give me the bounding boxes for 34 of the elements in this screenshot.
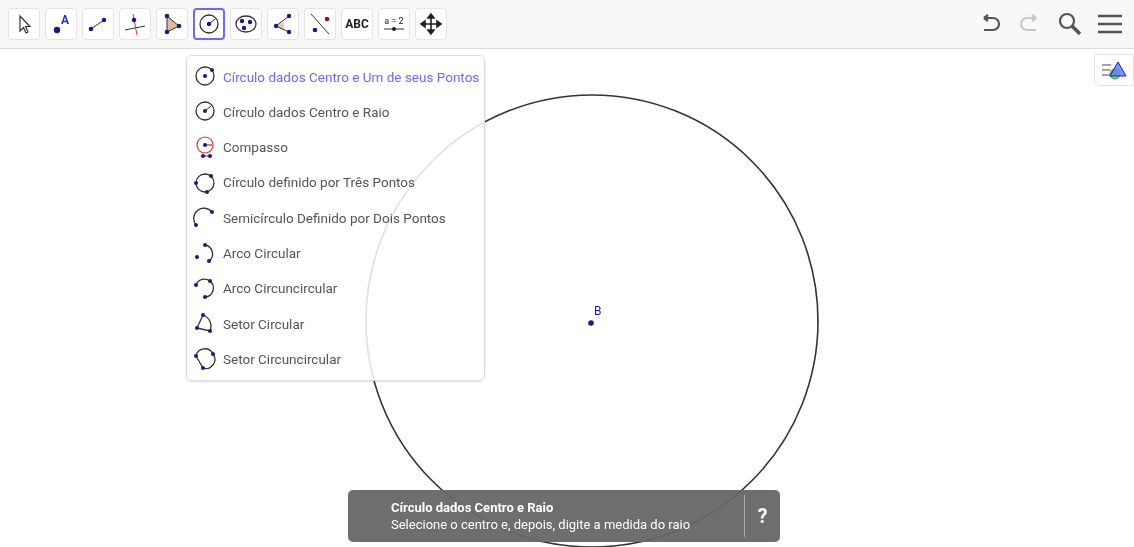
semicircle-icon (193, 205, 217, 230)
style-bar-button[interactable] (1094, 54, 1134, 86)
menu-item[interactable]: Setor Circular (187, 306, 484, 342)
point[interactable] (588, 320, 594, 326)
tool-button[interactable] (193, 8, 225, 40)
circumcircle-arc-icon (193, 276, 217, 301)
text-tool-icon: ABC (345, 15, 369, 33)
compass-icon (193, 135, 217, 160)
menu-item[interactable]: Setor Circuncircular (187, 341, 484, 377)
menu-item[interactable]: Semicírculo Definido por Dois Pontos (187, 200, 484, 236)
move-arrows-icon (418, 11, 444, 37)
style-bar-icon (1101, 60, 1127, 80)
circle-radius-icon (193, 99, 217, 124)
menu-item[interactable]: Círculo dados Centro e Um de seus Pontos (187, 59, 484, 95)
help-button[interactable]: ? (744, 495, 780, 537)
circle-icon (196, 11, 222, 37)
perpendicular-lines-icon (122, 11, 148, 37)
point-label: B (594, 305, 602, 317)
three-point-circle-icon (193, 170, 217, 195)
menu-item[interactable]: Círculo dados Centro e Raio (187, 94, 484, 130)
tool-button[interactable]: A (45, 8, 77, 40)
menu-icon (1097, 13, 1123, 35)
search-button[interactable] (1056, 10, 1084, 38)
menu-item[interactable]: Arco Circular (187, 235, 484, 271)
search-icon (1057, 11, 1083, 37)
menu-item[interactable]: Compasso (187, 129, 484, 165)
menu-item[interactable]: Arco Circuncircular (187, 270, 484, 307)
menu-item[interactable]: Círculo definido por Três Pontos (187, 164, 484, 201)
tooltip-text: Selecione o centro e, depois, digite a medida do raio (391, 516, 692, 533)
tool-button[interactable]: ABC (341, 8, 373, 40)
circle-center-point-icon (193, 64, 217, 89)
circumcircle-sector-icon (193, 347, 217, 371)
tooltip-title: Círculo dados Centro e Raio (391, 499, 555, 516)
tool-button[interactable]: a = 2 (378, 8, 410, 40)
